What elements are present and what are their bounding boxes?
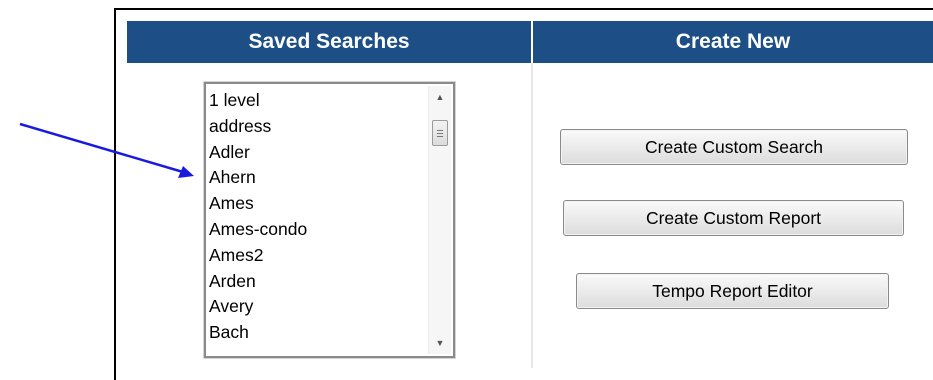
annotation-arrow-icon (19, 122, 194, 178)
